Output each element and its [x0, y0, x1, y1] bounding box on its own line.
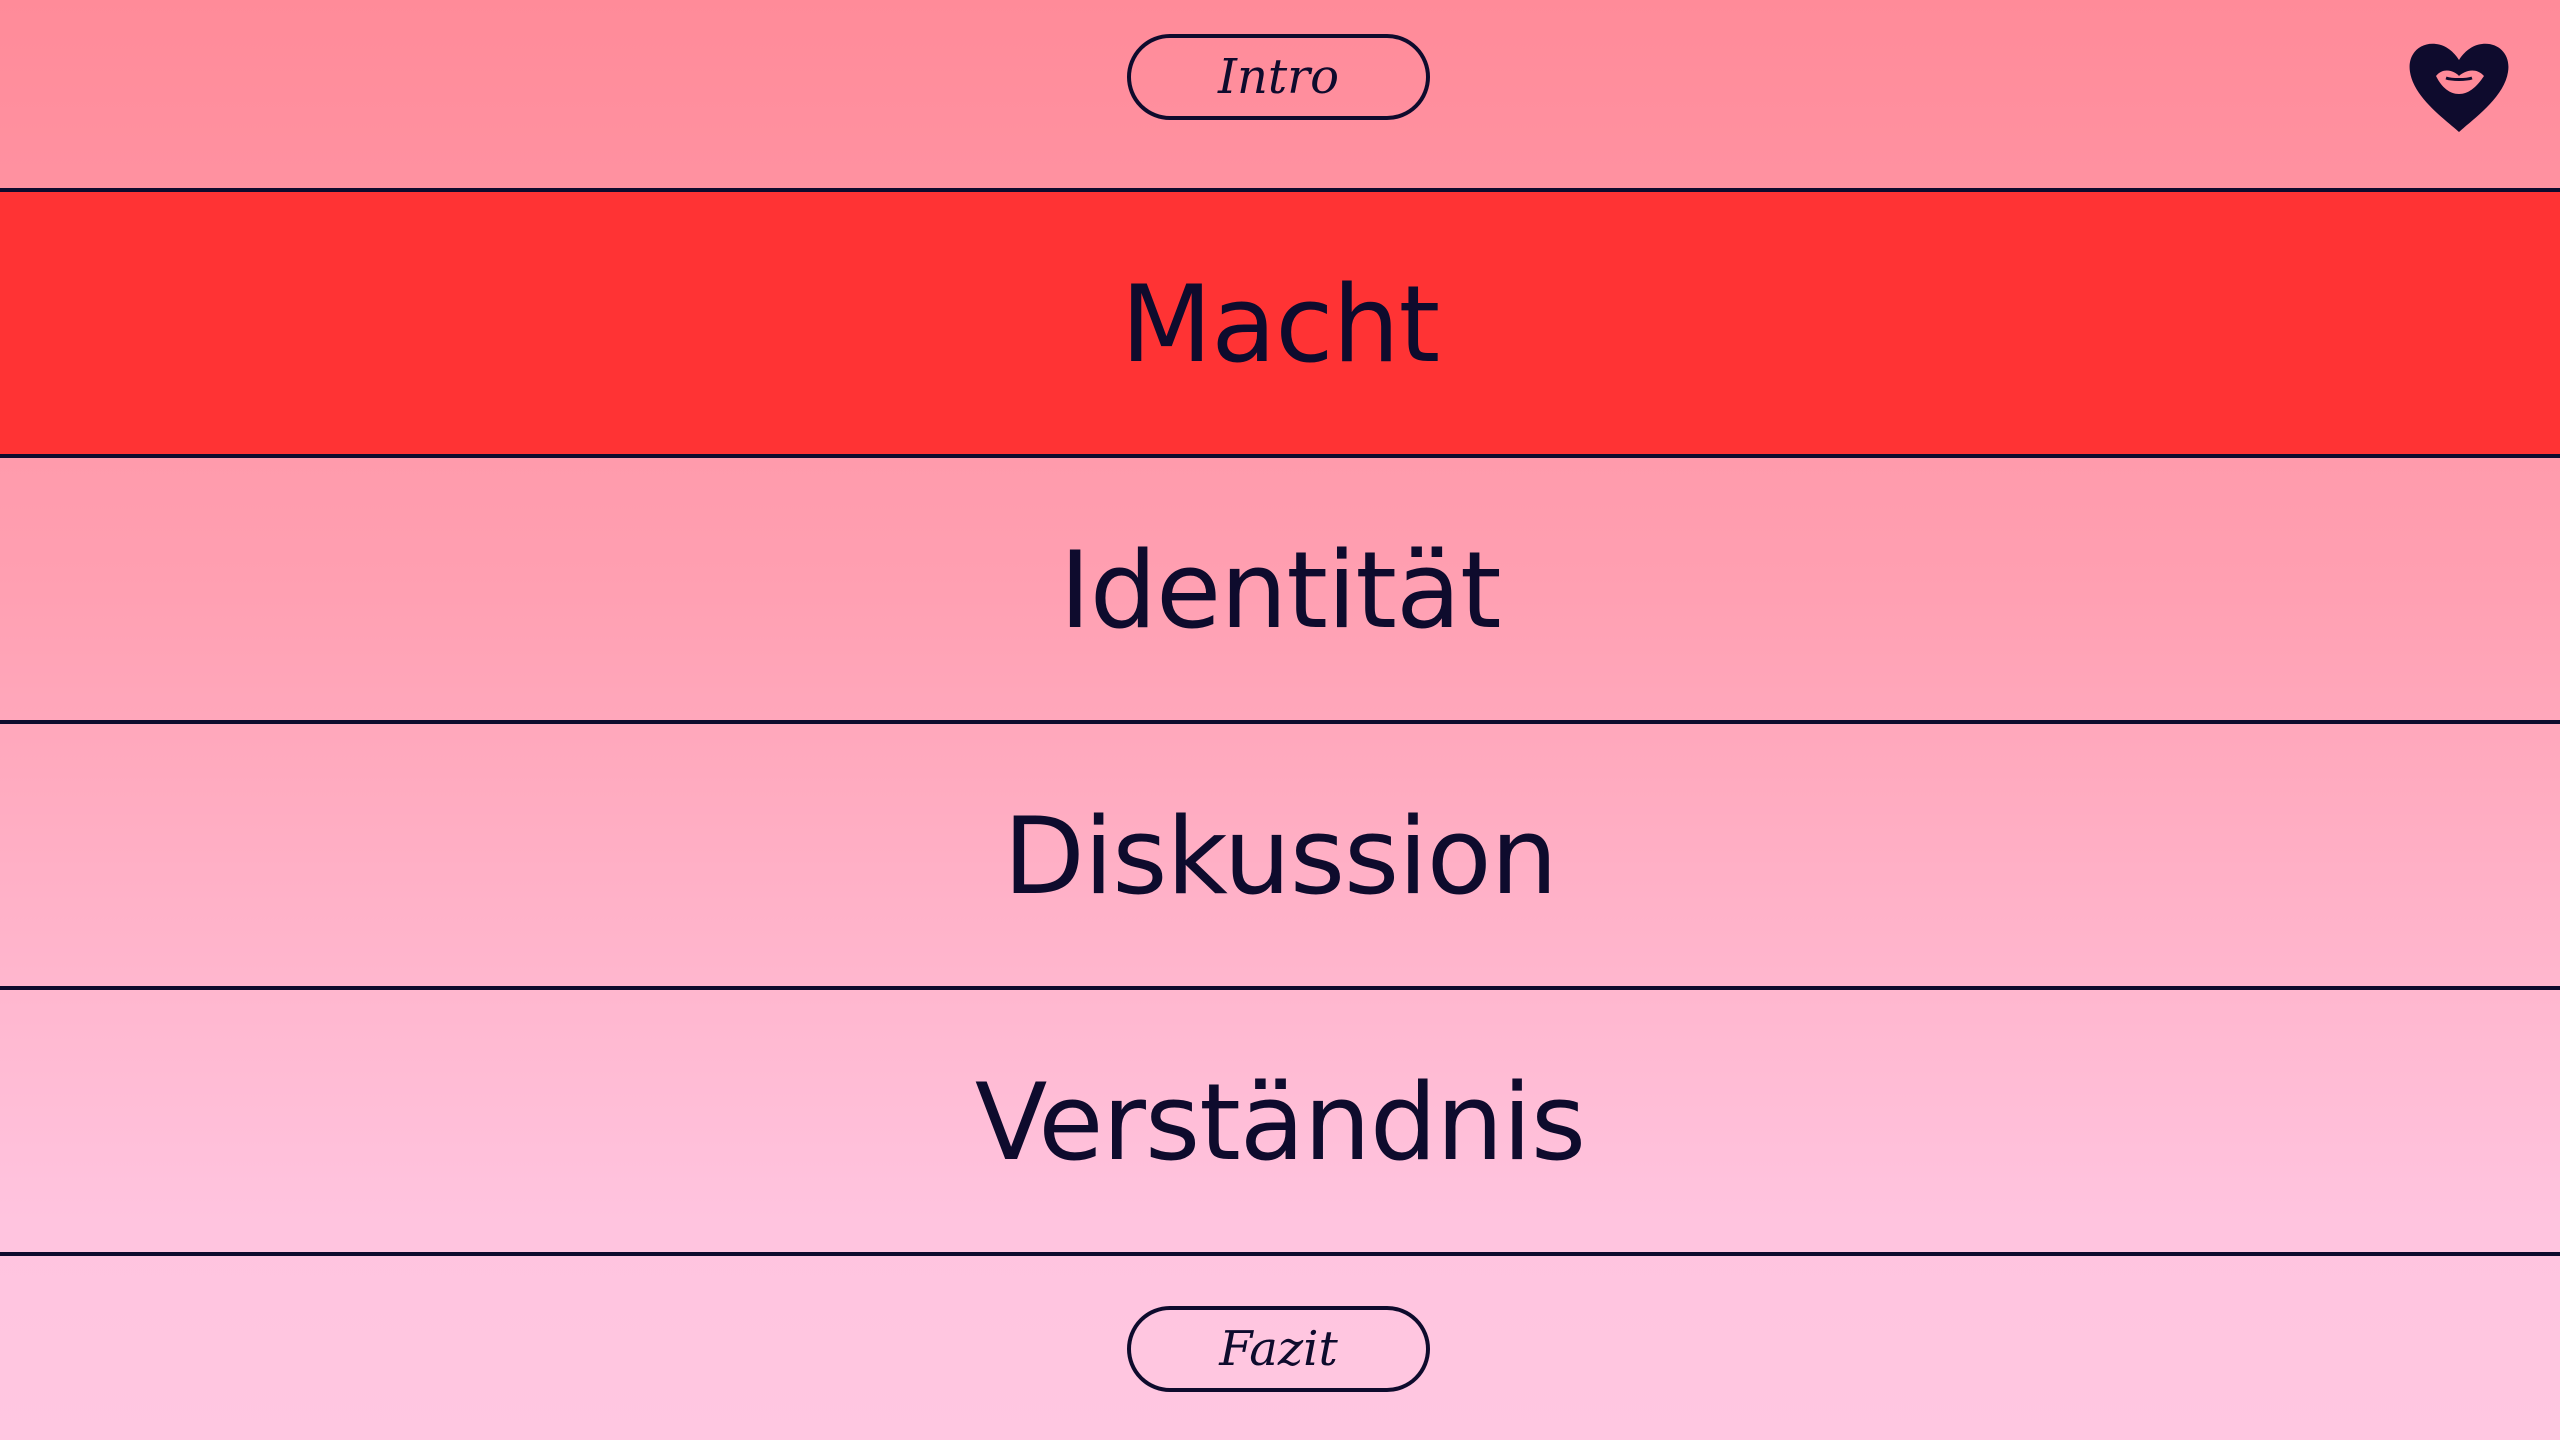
- topic-verstaendnis[interactable]: Verständnis: [0, 990, 2560, 1254]
- divider: [0, 986, 2560, 990]
- divider: [0, 720, 2560, 724]
- bottom-bar: Fazit: [0, 1256, 2560, 1440]
- topic-diskussion[interactable]: Diskussion: [0, 724, 2560, 988]
- topic-macht[interactable]: Macht: [0, 192, 2560, 456]
- fazit-button[interactable]: Fazit: [1127, 1306, 1430, 1392]
- topic-identitaet[interactable]: Identität: [0, 458, 2560, 722]
- intro-button[interactable]: Intro: [1127, 34, 1430, 120]
- top-bar: Intro: [0, 0, 2560, 190]
- heart-lips-logo-icon[interactable]: [2406, 36, 2512, 136]
- divider: [0, 454, 2560, 458]
